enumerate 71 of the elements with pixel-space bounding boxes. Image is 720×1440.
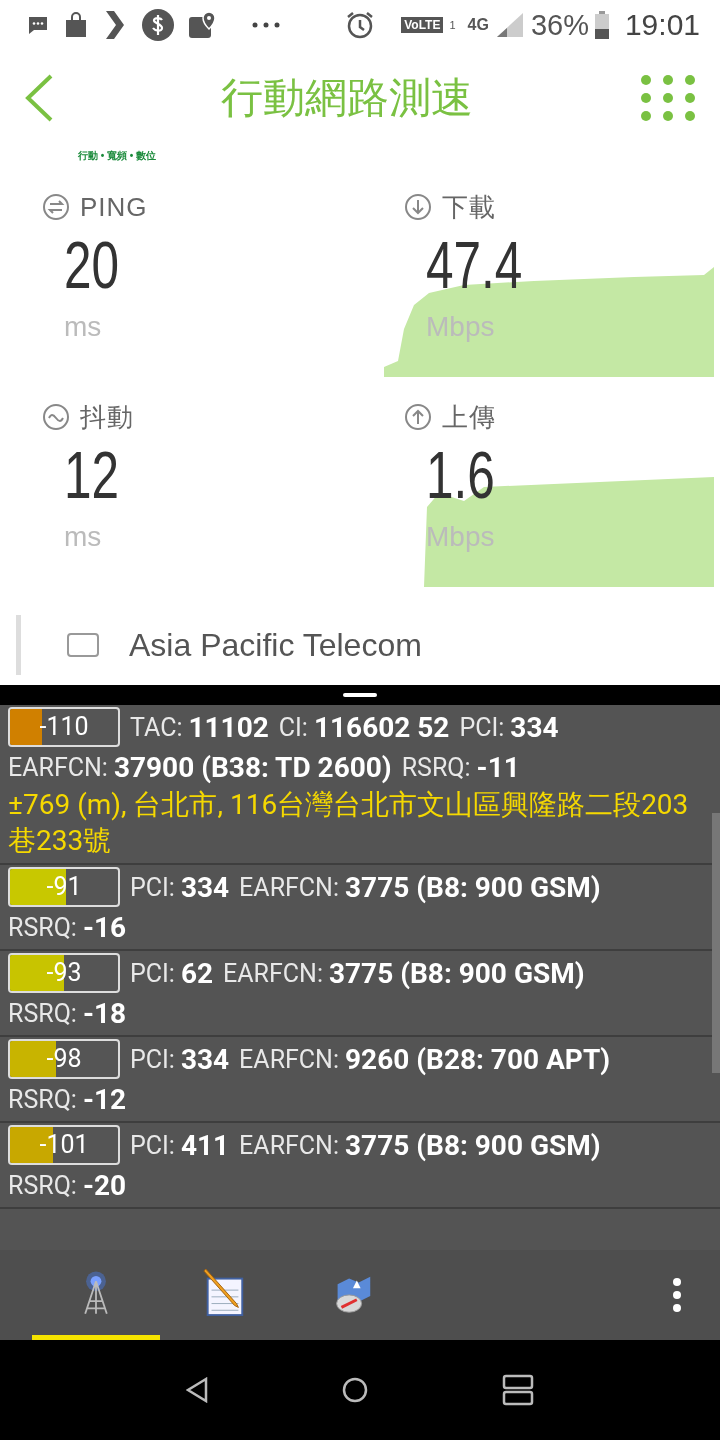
battery-percent: 36% bbox=[530, 8, 589, 42]
field-label: PCI: bbox=[459, 712, 505, 742]
field-label: EARFCN: bbox=[239, 1044, 339, 1074]
field-label: CI: bbox=[278, 712, 308, 742]
field-value: 3775 (B8: 900 GSM) bbox=[328, 956, 585, 990]
field-value: -18 bbox=[82, 996, 127, 1030]
upload-icon bbox=[404, 403, 432, 431]
field-label: RSRQ: bbox=[401, 752, 471, 782]
back-icon[interactable] bbox=[186, 1377, 209, 1403]
dollar-icon bbox=[142, 9, 174, 41]
field-label: EARFCN: bbox=[223, 958, 323, 988]
shopping-bag-icon bbox=[64, 11, 88, 39]
field-label: PCI: bbox=[130, 1130, 175, 1160]
ping-icon bbox=[42, 193, 70, 221]
field-value: -11 bbox=[476, 750, 520, 784]
location-text: ±769 (m), 台北市, 116台灣台北市文山區興隆路二段203巷233號 bbox=[8, 787, 690, 859]
field-value: 11102 bbox=[188, 710, 269, 744]
metric-unit: ms bbox=[64, 521, 103, 553]
brand-tagline: 行動 • 寬頻 • 數位 bbox=[78, 150, 157, 161]
field-value: 9260 (B28: 700 APT) bbox=[345, 1042, 611, 1076]
volte-badge: VoLTE bbox=[401, 17, 444, 33]
jitter-icon bbox=[42, 403, 70, 431]
field-value: 334 bbox=[510, 710, 559, 744]
field-label: RSRQ: bbox=[8, 1170, 77, 1200]
download-icon bbox=[404, 193, 432, 221]
field-label: RSRQ: bbox=[8, 998, 77, 1028]
clock: 19:01 bbox=[624, 8, 700, 42]
operator-name: Asia Pacific Telecom bbox=[129, 626, 422, 664]
drag-handle[interactable] bbox=[343, 693, 377, 697]
metric-value: 12 bbox=[64, 437, 120, 513]
overflow-menu-icon[interactable] bbox=[672, 1278, 682, 1312]
field-label: EARFCN: bbox=[8, 752, 108, 782]
metric-value: 47.4 bbox=[426, 227, 523, 303]
field-value: 62 bbox=[180, 956, 214, 990]
field-value: -12 bbox=[82, 1082, 127, 1116]
field-value: 411 bbox=[180, 1128, 230, 1162]
field-label: PCI: bbox=[130, 872, 175, 902]
field-label: EARFCN: bbox=[239, 1130, 339, 1160]
page-title: 行動網路測速 bbox=[221, 72, 473, 123]
metric-label: 上傳 bbox=[442, 400, 496, 434]
signal-meter: -91 bbox=[8, 867, 120, 907]
field-value: 3775 (B8: 900 GSM) bbox=[345, 870, 601, 904]
field-label: TAC: bbox=[130, 712, 183, 742]
field-label: PCI: bbox=[130, 958, 175, 988]
field-value: 334 bbox=[180, 1042, 230, 1076]
field-label: RSRQ: bbox=[8, 912, 77, 942]
metric-value: 1.6 bbox=[426, 437, 495, 513]
metric-value: 20 bbox=[64, 227, 120, 303]
metric-label: PING bbox=[80, 191, 148, 223]
checkbox[interactable] bbox=[67, 633, 99, 657]
field-value: 3775 (B8: 900 GSM) bbox=[345, 1128, 601, 1162]
recent-apps-icon[interactable] bbox=[501, 1374, 534, 1406]
field-label: EARFCN: bbox=[239, 872, 339, 902]
battery-icon bbox=[594, 11, 609, 39]
field-value: 334 bbox=[180, 870, 230, 904]
metric-label: 下載 bbox=[442, 190, 496, 224]
field-label: RSRQ: bbox=[8, 1084, 77, 1114]
home-icon[interactable] bbox=[341, 1376, 369, 1404]
field-value: -20 bbox=[82, 1168, 127, 1202]
sim-slot: 1 bbox=[449, 19, 456, 31]
signal-meter: -93 bbox=[8, 953, 120, 993]
field-value: 116602 52 bbox=[313, 710, 450, 744]
map-pin-icon bbox=[188, 10, 218, 40]
scrollbar[interactable] bbox=[712, 813, 720, 1073]
network-type: 4G bbox=[467, 16, 489, 34]
field-value: -16 bbox=[82, 910, 127, 944]
more-icon bbox=[252, 22, 280, 28]
field-label: PCI: bbox=[130, 1044, 175, 1074]
metric-unit: ms bbox=[64, 311, 103, 343]
field-value: 37900 (B38: TD 2600) bbox=[113, 750, 392, 784]
metric-label: 抖動 bbox=[80, 400, 134, 434]
